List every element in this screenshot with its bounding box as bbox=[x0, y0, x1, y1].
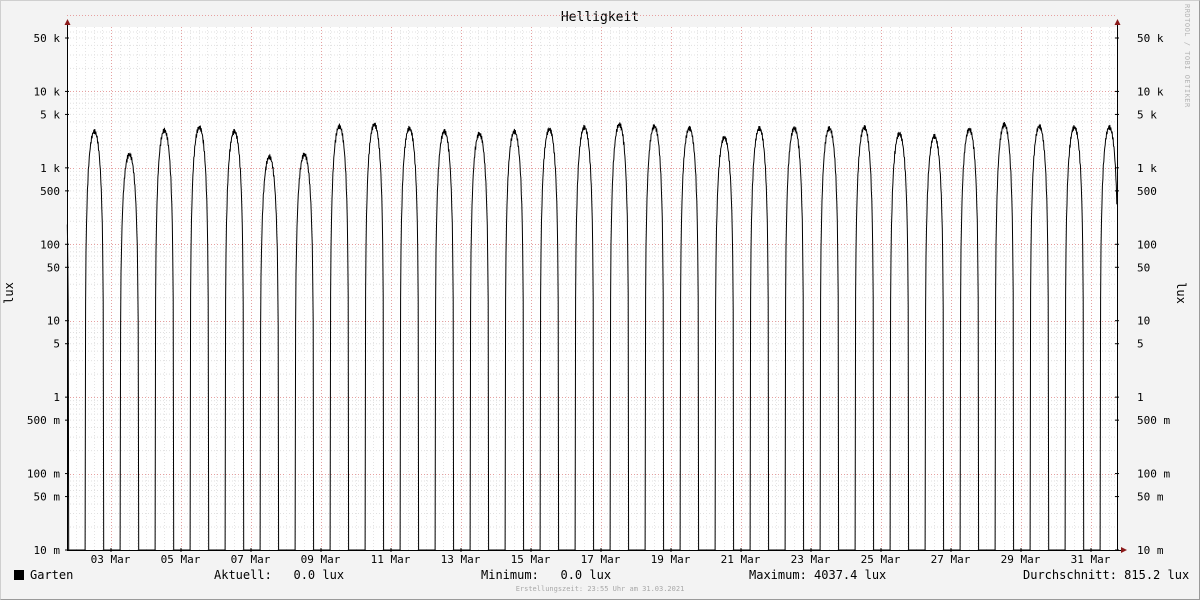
y-tick-label-left: 100 bbox=[40, 238, 60, 251]
y-tick-label-right: 5 k bbox=[1137, 108, 1157, 121]
x-tick-label: 23 Mar bbox=[791, 553, 831, 566]
y-tick-label-left: 500 m bbox=[27, 414, 60, 427]
y-tick-label-right: 100 bbox=[1137, 238, 1157, 251]
x-tick-label: 05 Mar bbox=[161, 553, 201, 566]
y-tick-label-left: 1 bbox=[53, 391, 60, 404]
legend-series-name: Garten bbox=[30, 568, 74, 582]
legend-maximum: Maximum: 4037.4 lux bbox=[749, 568, 887, 582]
y-tick-label-left: 5 bbox=[53, 338, 60, 351]
y-tick-label-right: 5 bbox=[1137, 338, 1144, 351]
x-tick-label: 19 Mar bbox=[651, 553, 691, 566]
y-tick-label-left: 50 k bbox=[34, 32, 61, 45]
y-tick-label-right: 1 bbox=[1137, 391, 1144, 404]
legend-average: Durchschnitt: 815.2 lux bbox=[1023, 568, 1190, 582]
legend-current: Aktuell: 0.0 lux bbox=[214, 568, 345, 582]
legend-swatch-garten bbox=[14, 570, 24, 580]
y-tick-label-right: 50 m bbox=[1137, 491, 1164, 504]
x-tick-label: 29 Mar bbox=[1001, 553, 1041, 566]
y-tick-label-right: 100 m bbox=[1137, 468, 1170, 481]
x-tick-label: 09 Mar bbox=[301, 553, 341, 566]
x-tick-label: 27 Mar bbox=[931, 553, 971, 566]
y-tick-label-left: 5 k bbox=[40, 108, 60, 121]
legend-minimum: Minimum: 0.0 lux bbox=[481, 568, 612, 582]
footer-timestamp: Erstellungszeit: 23:55 Uhr am 31.03.2021 bbox=[515, 585, 685, 593]
y-tick-label-right: 500 bbox=[1137, 185, 1157, 198]
x-tick-label: 15 Mar bbox=[511, 553, 551, 566]
y-tick-label-left: 50 bbox=[47, 261, 60, 274]
x-tick-label: 07 Mar bbox=[231, 553, 271, 566]
y-tick-label-left: 10 k bbox=[34, 85, 61, 98]
x-tick-label: 03 Mar bbox=[91, 553, 131, 566]
y-tick-label-right: 500 m bbox=[1137, 414, 1170, 427]
y-tick-label-left: 50 m bbox=[34, 491, 61, 504]
x-tick-label: 13 Mar bbox=[441, 553, 481, 566]
y-tick-label-left: 10 m bbox=[34, 544, 61, 557]
y-tick-label-left: 100 m bbox=[27, 468, 60, 481]
x-axis-arrow bbox=[1121, 547, 1127, 553]
x-tick-label: 25 Mar bbox=[861, 553, 901, 566]
y-axis-arrow-right bbox=[1114, 19, 1121, 25]
x-tick-label: 11 Mar bbox=[371, 553, 411, 566]
x-tick-label: 17 Mar bbox=[581, 553, 621, 566]
y-tick-label-left: 10 bbox=[47, 315, 60, 328]
y-tick-label-right: 50 bbox=[1137, 261, 1150, 274]
y-tick-label-left: 500 bbox=[40, 185, 60, 198]
y-tick-label-left: 1 k bbox=[40, 162, 60, 175]
y-tick-label-right: 10 bbox=[1137, 315, 1150, 328]
y-tick-label-right: 10 k bbox=[1137, 85, 1164, 98]
y-axis-arrow-left bbox=[64, 19, 71, 25]
y-tick-label-right: 50 k bbox=[1137, 32, 1164, 45]
y-tick-label-right: 10 m bbox=[1137, 544, 1164, 557]
brightness-chart: 10 m 10 m 50 m 50 m 100 m 100 m 500 m 500 m 1 1 5 5… bbox=[27, 15, 1170, 566]
x-tick-label: 21 Mar bbox=[721, 553, 761, 566]
y-tick-label-right: 1 k bbox=[1137, 162, 1157, 175]
x-tick-label: 31 Mar bbox=[1071, 553, 1111, 566]
